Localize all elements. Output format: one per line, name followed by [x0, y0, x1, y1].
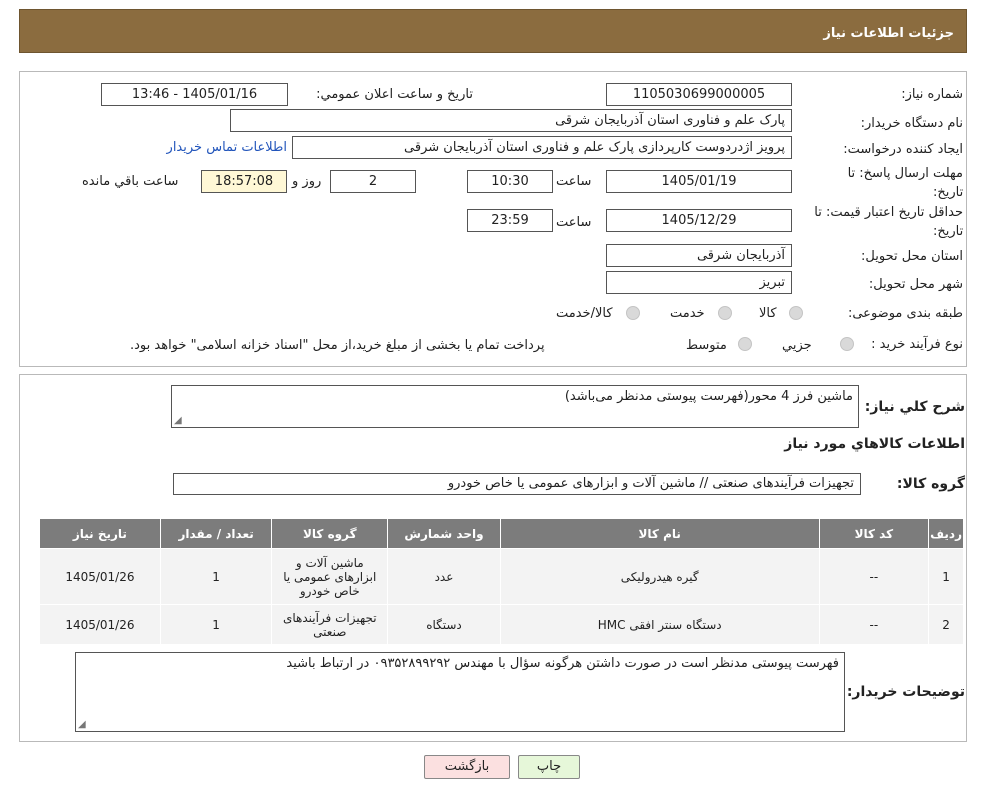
- category-goods-label: کالا: [759, 306, 777, 321]
- creator-label: ايجاد کننده درخواست:: [843, 142, 963, 157]
- cell-need-date: 1405/01/26: [39, 604, 161, 645]
- goods-table: رديف كد كالا نام كالا واحد شمارش گروه كا…: [39, 518, 964, 645]
- buyer-contact-link[interactable]: اطلاعات تماس خریدار: [167, 140, 287, 155]
- deadline-label-line2: تاریخ:: [933, 185, 964, 200]
- need-number-label: شماره نیاز:: [901, 87, 963, 102]
- cell-goods-name: دستگاه سنتر افقی HMC: [499, 604, 820, 645]
- process-label: نوع فرآيند خريد :: [871, 337, 963, 352]
- goods-info-title: اطلاعات كالاهاي مورد نياز: [784, 436, 965, 452]
- days-label: روز و: [292, 174, 322, 189]
- validity-label-line1: حداقل تاريخ اعتبار قيمت: تا: [814, 205, 963, 220]
- goods-group-label: گروه كالا:: [896, 476, 965, 492]
- cell-goods-code: --: [818, 548, 930, 605]
- cell-row-number: 1: [928, 548, 964, 605]
- announce-field: 1405/01/16 - 13:46: [101, 83, 288, 106]
- col-need-date: تاريخ نياز: [39, 518, 161, 549]
- cell-row-number: 2: [928, 604, 964, 645]
- buyer-notes-label: توضيحات خريدار:: [846, 684, 965, 700]
- creator-field: پرویز اژدردوست کارپردازی پارک علم و فناو…: [292, 136, 792, 159]
- col-goods-code: كد كالا: [818, 518, 930, 549]
- category-service-radio[interactable]: [718, 306, 732, 320]
- page-title: جزئیات اطلاعات نیاز: [823, 26, 954, 41]
- description-label: شرح كلي نياز:: [864, 399, 965, 415]
- city-label: شهر محل تحويل:: [868, 277, 963, 292]
- cell-goods-code: --: [818, 604, 930, 645]
- category-service-label: خدمت: [670, 306, 705, 321]
- deadline-time-label: ساعت: [556, 174, 592, 189]
- process-medium-radio[interactable]: [738, 337, 752, 351]
- table-header-row: رديف كد كالا نام كالا واحد شمارش گروه كا…: [39, 518, 964, 549]
- print-button[interactable]: چاپ: [518, 755, 580, 779]
- cell-goods-name: گیره هیدرولیکی: [499, 548, 820, 605]
- cell-unit: عدد: [387, 548, 501, 605]
- remaining-time-field: 18:57:08: [201, 170, 287, 193]
- deadline-time-field: 10:30: [467, 170, 553, 193]
- category-goods-service-radio[interactable]: [626, 306, 640, 320]
- process-minor-radio[interactable]: [840, 337, 854, 351]
- buyer-org-label: نام دستگاه خريدار:: [860, 116, 963, 131]
- need-number-field: 1105030699000005: [606, 83, 792, 106]
- days-remaining-field: 2: [330, 170, 416, 193]
- col-goods-group: گروه كالا: [271, 518, 389, 549]
- deadline-date-field: 1405/01/19: [606, 170, 792, 193]
- cell-goods-group: ماشین آلات و ابزارهای عمومی یا خاص خودرو: [271, 548, 389, 605]
- table-row: 1 -- گیره هیدرولیکی عدد ماشین آلات و ابز…: [39, 548, 964, 605]
- process-note: پرداخت تمام یا بخشی از مبلغ خرید،از محل …: [130, 338, 545, 353]
- resize-grip-icon[interactable]: ◢: [78, 719, 86, 730]
- cell-quantity: 1: [159, 604, 273, 645]
- cell-quantity: 1: [159, 548, 273, 605]
- cell-need-date: 1405/01/26: [39, 548, 161, 605]
- goods-group-field: تجهیزات فرآیندهای صنعتی // ماشین آلات و …: [173, 473, 861, 495]
- category-label: طبقه بندی موضوعی:: [847, 306, 963, 321]
- col-goods-name: نام كالا: [499, 518, 820, 549]
- buyer-notes-field: فهرست پیوستی مدنظر است در صورت داشتن هرگ…: [75, 652, 845, 732]
- remaining-time-label: ساعت باقي مانده: [82, 174, 179, 189]
- col-row-number: رديف: [928, 518, 964, 549]
- resize-grip-icon[interactable]: ◢: [174, 415, 182, 426]
- buyer-org-field: پارک علم و فناوری استان آذربایجان شرقی: [230, 109, 792, 132]
- province-label: استان محل تحويل:: [861, 249, 963, 264]
- validity-time-field: 23:59: [467, 209, 553, 232]
- cell-goods-group: تجهیزات فرآیندهای صنعتی: [271, 604, 389, 645]
- province-field: آذربایجان شرقی: [606, 244, 792, 267]
- category-goods-service-label: کالا/خدمت: [556, 306, 613, 321]
- table-row: 2 -- دستگاه سنتر افقی HMC دستگاه تجهیزات…: [39, 604, 964, 645]
- description-text: ماشین فرز 4 محور(فهرست پیوستی مدنظر می‌ب…: [564, 389, 853, 404]
- validity-time-label: ساعت: [556, 215, 592, 230]
- col-unit: واحد شمارش: [387, 518, 501, 549]
- city-field: تبریز: [606, 271, 792, 294]
- back-button[interactable]: بازگشت: [424, 755, 510, 779]
- buyer-notes-text: فهرست پیوستی مدنظر است در صورت داشتن هرگ…: [286, 656, 839, 671]
- process-medium-label: متوسط: [686, 338, 727, 353]
- process-minor-label: جزيي: [782, 338, 812, 353]
- validity-label-line2: تاريخ:: [933, 224, 964, 239]
- page-header: جزئیات اطلاعات نیاز: [19, 9, 967, 53]
- cell-unit: دستگاه: [387, 604, 501, 645]
- announce-label: تاريخ و ساعت اعلان عمومي:: [316, 87, 473, 102]
- col-quantity: تعداد / مقدار: [159, 518, 273, 549]
- validity-date-field: 1405/12/29: [606, 209, 792, 232]
- deadline-label-line1: مهلت ارسال پاسخ: تا: [847, 166, 963, 181]
- category-goods-radio[interactable]: [789, 306, 803, 320]
- description-field: ماشین فرز 4 محور(فهرست پیوستی مدنظر می‌ب…: [171, 385, 859, 428]
